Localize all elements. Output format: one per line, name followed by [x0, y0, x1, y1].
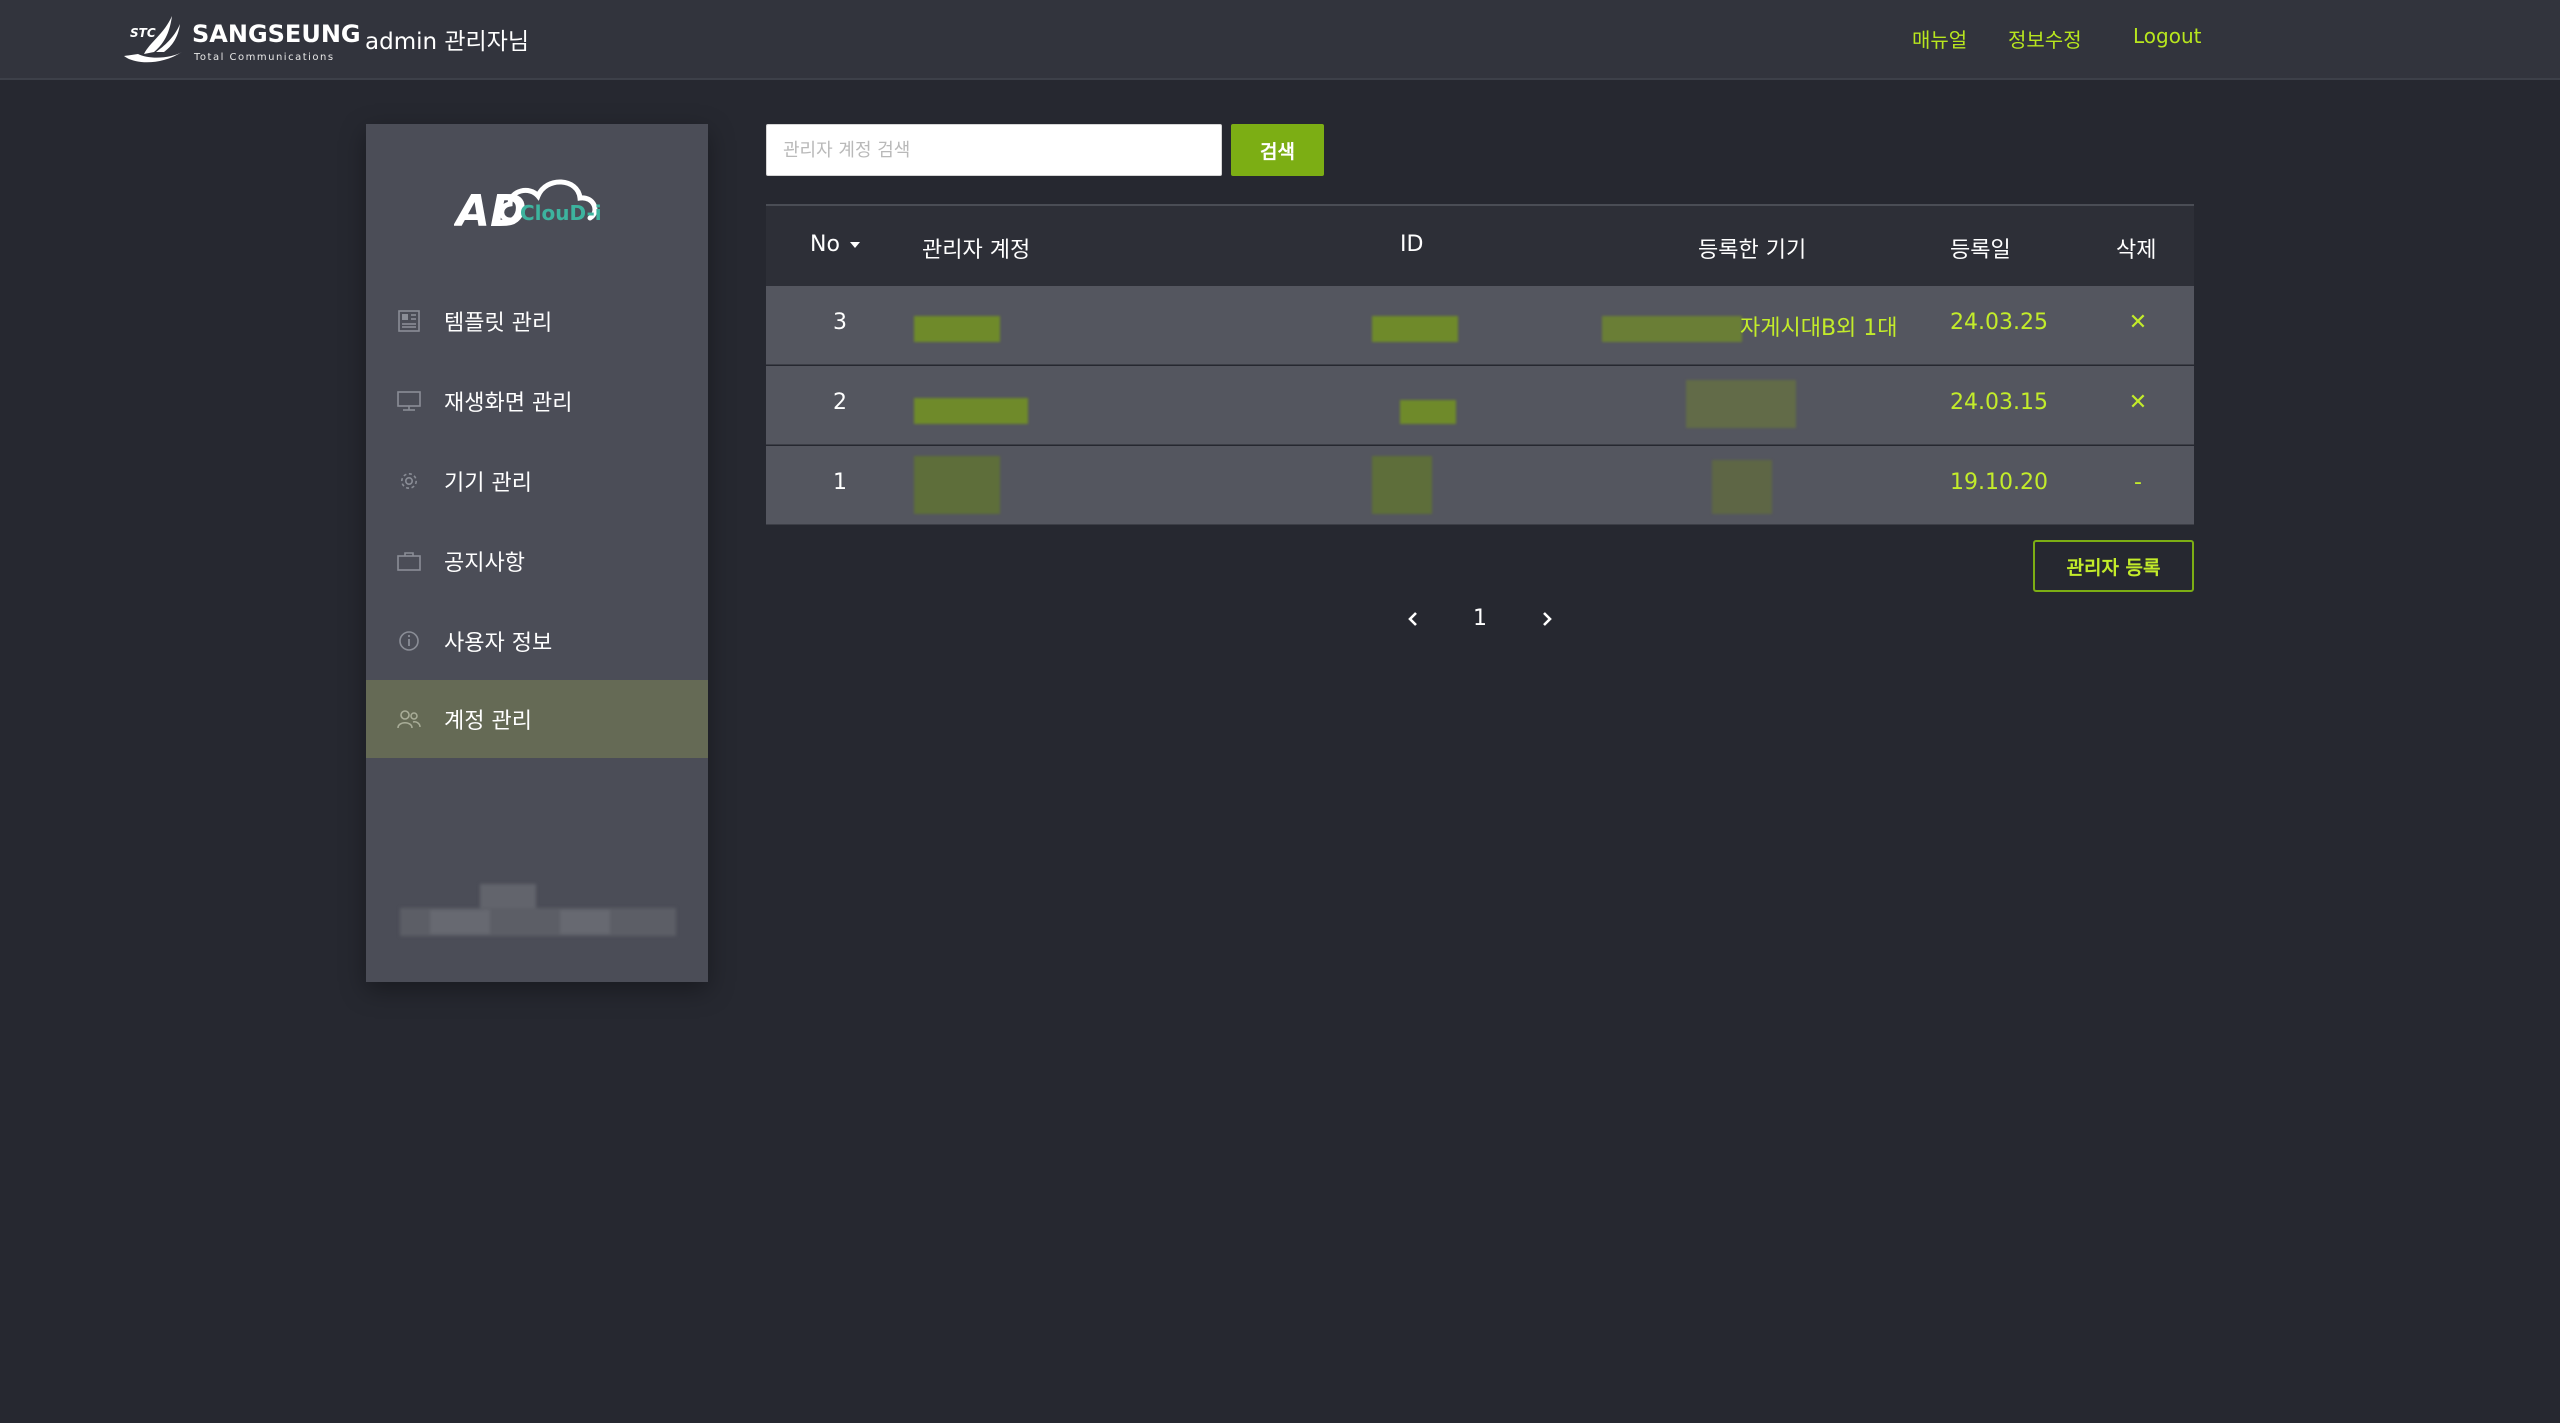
- edit-info-link[interactable]: 정보수정: [2008, 24, 2082, 53]
- register-admin-button[interactable]: 관리자 등록: [2033, 540, 2194, 592]
- sidebar-item-label: 템플릿 관리: [444, 311, 553, 336]
- redacted-id: [1372, 316, 1458, 342]
- admin-account-search-input[interactable]: [766, 124, 1222, 176]
- sidebar: AD ClouD-i 템플릿 관리 재생화면 관리 기기 관리 공지사항 사용자…: [366, 124, 708, 982]
- manual-link[interactable]: 매뉴얼: [1912, 24, 1967, 53]
- sidebar-item-label: 기기 관리: [444, 471, 532, 496]
- row-number: 3: [833, 310, 847, 335]
- redacted-device: [1712, 460, 1772, 514]
- sidebar-item-playback[interactable]: 재생화면 관리: [366, 362, 708, 440]
- sidebar-item-label: 사용자 정보: [444, 631, 553, 656]
- table-row[interactable]: 3 자게시대B외 1대 24.03.25 ✕: [766, 286, 2194, 365]
- column-header-delete: 삭제: [2116, 238, 2157, 263]
- chevron-left-icon: [1408, 612, 1417, 626]
- redacted-id: [1372, 456, 1432, 514]
- registered-date: 19.10.20: [1950, 470, 2048, 495]
- logout-link[interactable]: Logout: [2133, 24, 2201, 48]
- table-row[interactable]: 2 24.03.15 ✕: [766, 366, 2194, 445]
- admin-account-table: No 관리자 계정 ID 등록한 기기 등록일 삭제 3 자게시대B외 1대 2…: [766, 204, 2194, 526]
- redacted-sidebar-footer: [400, 884, 676, 936]
- brand-name: SANGSEUNG: [192, 20, 361, 48]
- column-header-devices: 등록한 기기: [1698, 238, 1807, 263]
- page-number[interactable]: 1: [1470, 606, 1490, 631]
- registered-date: 24.03.25: [1950, 310, 2048, 335]
- user-greeting: admin 관리자님: [365, 29, 530, 55]
- sidebar-item-label: 공지사항: [444, 551, 525, 576]
- redacted-account: [914, 316, 1000, 342]
- adcloud-logo[interactable]: AD ClouD-i: [453, 168, 624, 238]
- briefcase-icon: [396, 548, 422, 574]
- row-number: 2: [833, 390, 847, 415]
- column-header-date: 등록일: [1950, 238, 2011, 263]
- info-icon: [396, 628, 422, 654]
- sidebar-item-template[interactable]: 템플릿 관리: [366, 282, 708, 360]
- row-number: 1: [833, 470, 847, 495]
- delete-placeholder: -: [2134, 470, 2142, 495]
- logo-small-text: ClouD-i: [520, 201, 602, 225]
- redacted-account: [914, 456, 1000, 514]
- column-header-account: 관리자 계정: [922, 238, 1031, 263]
- sidebar-item-label: 재생화면 관리: [444, 391, 573, 416]
- brand-logo[interactable]: STC SANGSEUNG Total Communications: [120, 12, 361, 68]
- table-row[interactable]: 1 19.10.20 -: [766, 446, 2194, 525]
- sidebar-item-user-info[interactable]: 사용자 정보: [366, 602, 708, 680]
- redacted-id: [1400, 400, 1456, 424]
- page-next-button[interactable]: [1532, 604, 1562, 634]
- swan-logo-icon: [124, 16, 182, 63]
- page-prev-button[interactable]: [1398, 604, 1428, 634]
- template-icon: [396, 308, 422, 334]
- sidebar-item-devices[interactable]: 기기 관리: [366, 442, 708, 520]
- gear-icon: [396, 468, 422, 494]
- sidebar-item-notices[interactable]: 공지사항: [366, 522, 708, 600]
- registered-date: 24.03.15: [1950, 390, 2048, 415]
- sidebar-item-label: 계정 관리: [444, 709, 532, 734]
- brand-mark-text: STC: [130, 26, 156, 40]
- search-button[interactable]: 검색: [1231, 124, 1324, 176]
- redacted-device: [1686, 380, 1796, 428]
- column-header-id: ID: [1400, 232, 1424, 257]
- sort-caret-icon: [849, 242, 860, 248]
- table-header: No 관리자 계정 ID 등록한 기기 등록일 삭제: [766, 204, 2194, 286]
- column-header-no[interactable]: No: [810, 232, 860, 257]
- chevron-right-icon: [1543, 612, 1552, 626]
- cloud-logo-icon: AD ClouD-i: [453, 179, 602, 237]
- redacted-account: [914, 398, 1028, 424]
- top-bar: STC SANGSEUNG Total Communications admin…: [0, 0, 2560, 80]
- users-icon: [396, 706, 422, 732]
- logo-big-text: AD: [454, 186, 527, 237]
- redacted-device: [1602, 316, 1742, 342]
- sidebar-item-accounts[interactable]: 계정 관리: [366, 680, 708, 758]
- brand-tagline: Total Communications: [194, 52, 335, 63]
- delete-icon[interactable]: ✕: [2126, 310, 2150, 335]
- delete-icon[interactable]: ✕: [2126, 390, 2150, 415]
- monitor-icon: [396, 388, 422, 414]
- registered-device: 자게시대B외 1대: [1740, 316, 1898, 341]
